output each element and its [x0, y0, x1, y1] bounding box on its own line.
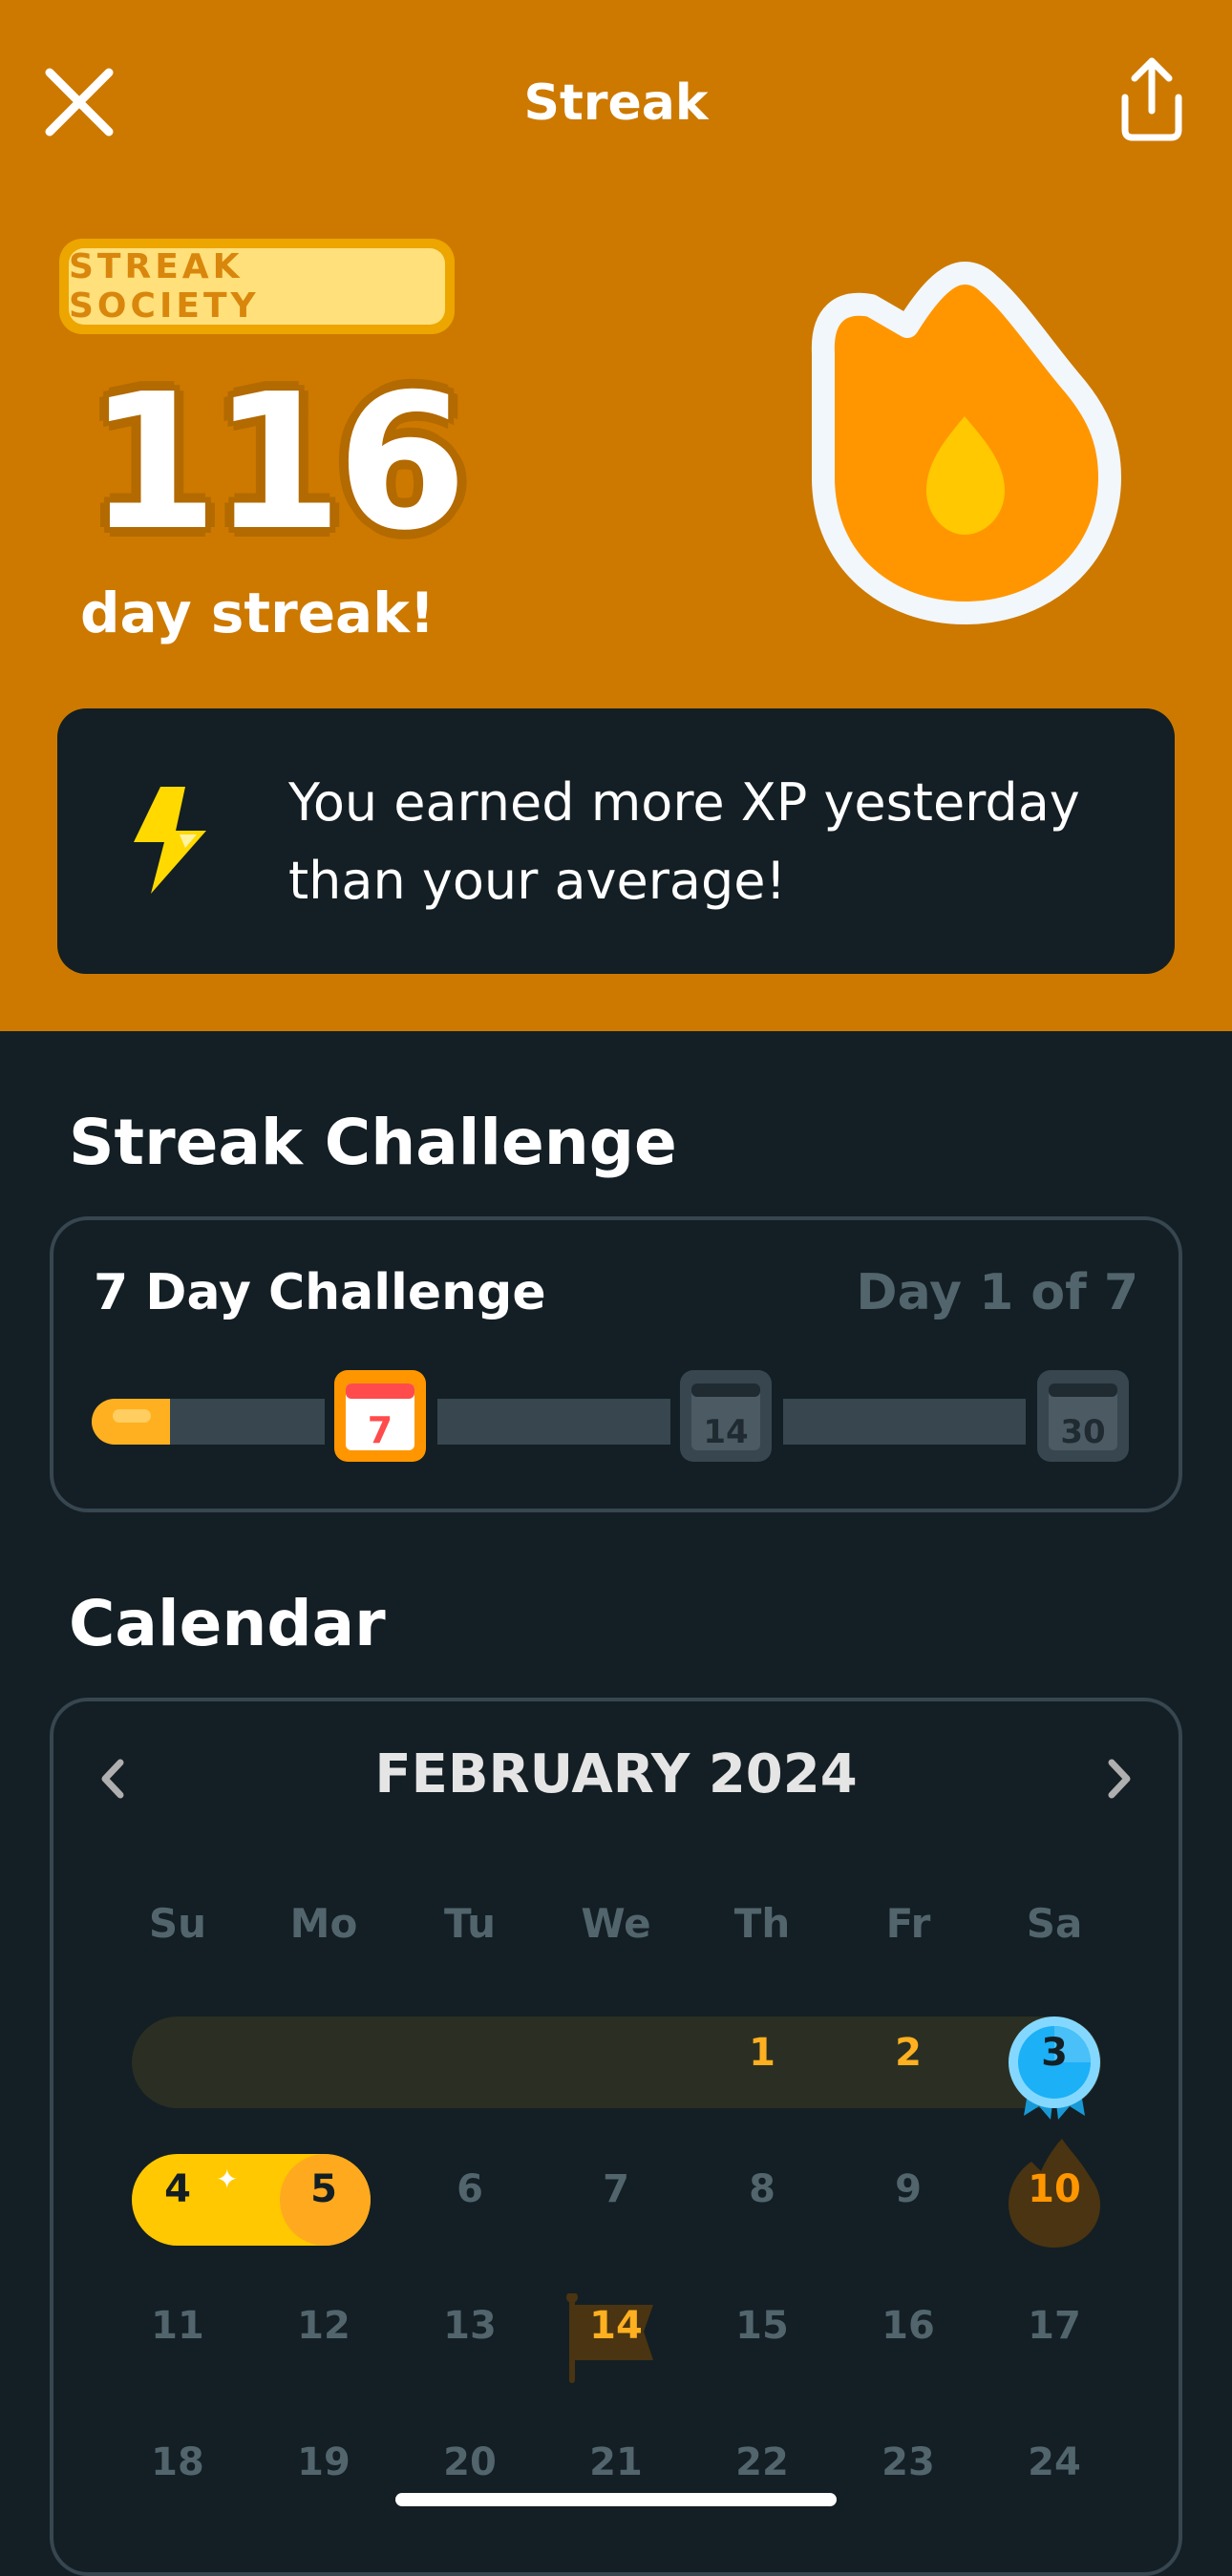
calendar-day: 24 — [1028, 2440, 1081, 2484]
weekday-label: We — [581, 1900, 651, 1947]
progress-track-2 — [437, 1399, 670, 1445]
calendar-day: 9 — [895, 2167, 922, 2211]
weekday-label: Su — [148, 1900, 207, 1947]
streak-label: day streak! — [80, 581, 435, 645]
challenge-name: 7 Day Challenge — [94, 1264, 546, 1321]
calendar-day: 2 — [895, 2031, 922, 2075]
weekday-label: Fr — [885, 1900, 931, 1947]
home-indicator — [395, 2493, 837, 2506]
calendar-day: 22 — [735, 2440, 789, 2484]
calendar-day: 16 — [882, 2304, 935, 2348]
streak-count: 116 — [88, 354, 467, 572]
weekday-label: Mo — [289, 1900, 358, 1947]
milestone-label: 14 — [703, 1413, 748, 1451]
flame-icon — [811, 262, 1121, 624]
calendar-milestone-icon: 14 — [680, 1370, 772, 1462]
chevron-right-icon[interactable] — [1100, 1755, 1138, 1803]
xp-message: You earned more XP yesterday than your a… — [288, 772, 1080, 911]
calendar-day: 4 — [164, 2167, 191, 2211]
calendar-day: 3 — [1041, 2031, 1068, 2075]
challenge-progress: Day 1 of 7 — [856, 1264, 1138, 1321]
calendar-month: FEBRUARY 2024 — [374, 1743, 858, 1805]
calendar-day: 5 — [310, 2167, 337, 2211]
calendar-day: 11 — [151, 2304, 204, 2348]
streak-society-badge[interactable]: STREAK SOCIETY — [59, 239, 455, 334]
calendar-day: 23 — [882, 2440, 935, 2484]
streak-challenge-title: Streak Challenge — [69, 1106, 677, 1179]
calendar-milestone-icon: 30 — [1037, 1370, 1129, 1462]
progress-track-3 — [783, 1399, 1026, 1445]
badge-label: STREAK SOCIETY — [69, 247, 445, 326]
calendar-day: 13 — [443, 2304, 497, 2348]
calendar-day: 7 — [603, 2167, 629, 2211]
milestone-label: 7 — [368, 1409, 393, 1451]
calendar-milestone-icon: 7 — [334, 1370, 426, 1462]
weekday-label: Sa — [1026, 1900, 1083, 1947]
weekday-label: Th — [733, 1900, 791, 1947]
calendar-day: 12 — [297, 2304, 350, 2348]
calendar-day: 10 — [1028, 2167, 1081, 2211]
weekday-label: Tu — [444, 1900, 496, 1947]
lightning-bolt-icon — [134, 787, 206, 894]
page-title: Streak — [523, 74, 709, 132]
calendar-day: 19 — [297, 2440, 350, 2484]
calendar-day: 15 — [735, 2304, 789, 2348]
calendar-day: 8 — [749, 2167, 775, 2211]
share-icon — [1121, 57, 1182, 141]
calendar-day: 14 — [589, 2304, 643, 2348]
share-button[interactable] — [1106, 55, 1198, 147]
progress-fill-highlight — [113, 1409, 151, 1423]
calendar-day: 21 — [589, 2440, 643, 2484]
calendar-title: Calendar — [69, 1587, 386, 1660]
milestone-label: 30 — [1060, 1413, 1105, 1451]
challenge-card[interactable] — [50, 1216, 1182, 1512]
calendar-day: 6 — [457, 2167, 483, 2211]
calendar-day: 18 — [151, 2440, 204, 2484]
calendar-day: 17 — [1028, 2304, 1081, 2348]
calendar-day: 20 — [443, 2440, 497, 2484]
calendar-day: 1 — [749, 2031, 775, 2075]
